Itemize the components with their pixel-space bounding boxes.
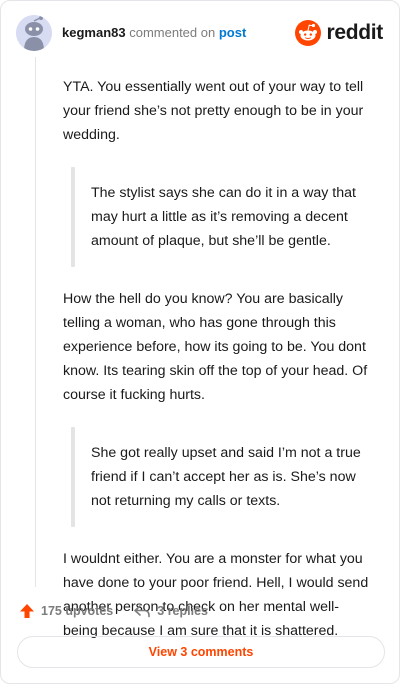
blockquote-text: She got really upset and said I’m not a …: [91, 445, 361, 509]
upvote-count: 175 upvotes: [41, 604, 114, 618]
comment-actions: 175 upvotes 3 replies: [19, 597, 208, 625]
avatar[interactable]: [16, 15, 52, 51]
comment-header: kegman83 commented on post reddit: [16, 13, 383, 53]
reply-arrow-icon: [134, 605, 151, 618]
comment-meta: kegman83 commented on post: [62, 25, 246, 41]
comment-paragraph: I wouldnt either. You are a monster for …: [63, 551, 369, 639]
view-comments-label: View 3 comments: [148, 645, 254, 659]
reddit-wordmark: reddit: [326, 21, 383, 44]
comment-paragraph: YTA. You essentially went out of your wa…: [63, 79, 364, 143]
comment-embed-card: kegman83 commented on post reddit YTA. Y…: [0, 0, 400, 684]
replies-count: 3 replies: [157, 604, 208, 618]
upvote-arrow-icon: [20, 604, 34, 618]
thread-line[interactable]: [35, 57, 36, 587]
blockquote: She got really upset and said I’m not a …: [71, 427, 371, 527]
reddit-brand[interactable]: reddit: [295, 17, 383, 49]
commented-on-label: commented on: [129, 25, 216, 40]
blockquote: The stylist says she can do it in a way …: [71, 167, 371, 267]
reddit-logo-icon: [295, 20, 322, 46]
blockquote-text: The stylist says she can do it in a way …: [91, 185, 356, 249]
comment-paragraph: How the hell do you know? You are basica…: [63, 291, 368, 403]
comment-body: YTA. You essentially went out of your wa…: [63, 75, 371, 663]
avatar-icon: [16, 15, 52, 51]
post-link[interactable]: post: [219, 25, 246, 40]
view-comments-button[interactable]: View 3 comments: [17, 636, 385, 668]
upvote-button[interactable]: 175 upvotes: [19, 603, 113, 619]
replies-button[interactable]: 3 replies: [133, 603, 208, 619]
username-link[interactable]: kegman83: [62, 25, 126, 40]
